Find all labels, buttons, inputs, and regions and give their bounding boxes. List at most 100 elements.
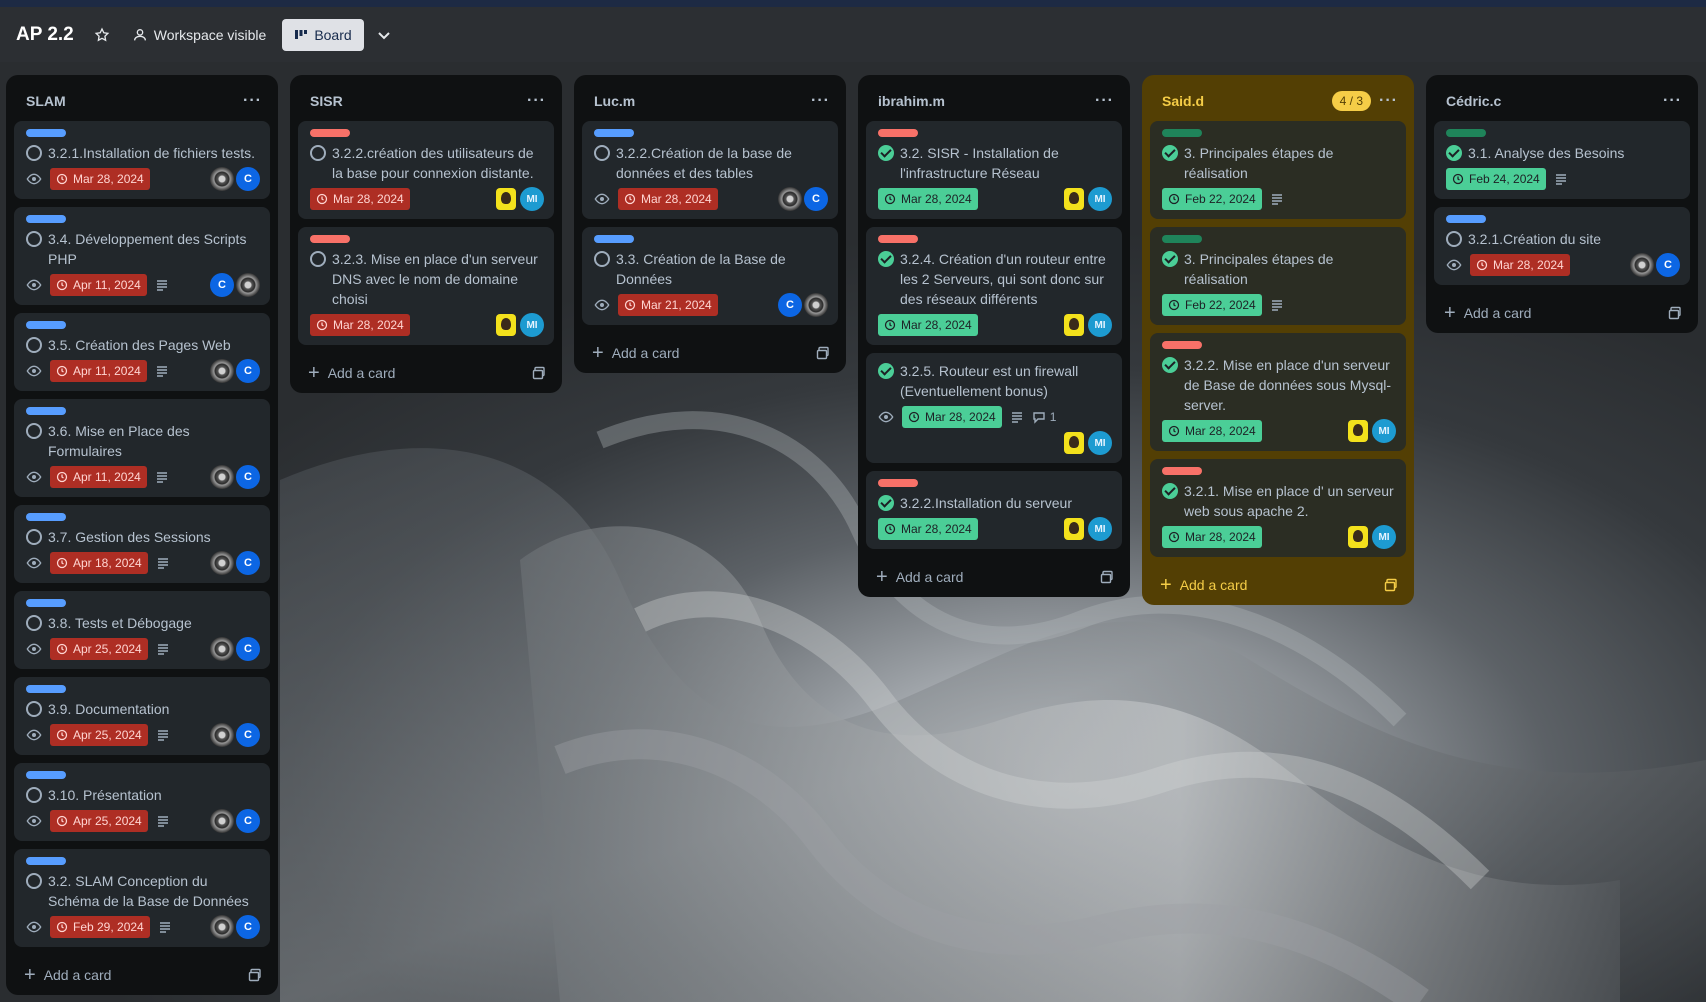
card-label[interactable] [310,129,350,137]
card-complete-checkbox[interactable] [878,363,894,379]
due-date-badge[interactable]: Mar 28, 2024 [878,314,978,336]
card-complete-checkbox[interactable] [878,495,894,511]
card-label[interactable] [26,857,66,865]
due-date-badge[interactable]: Apr 18, 2024 [50,552,148,574]
card-label[interactable] [594,235,634,243]
member-avatar[interactable] [778,187,802,211]
card-label[interactable] [26,215,66,223]
card[interactable]: 3.2.2.Création de la base de données et … [582,121,838,219]
card[interactable]: 3.2.1.Installation de fichiers tests. Ma… [14,121,270,199]
member-avatar[interactable] [804,293,828,317]
card-label[interactable] [1162,235,1202,243]
list-menu-icon[interactable]: ··· [1663,92,1682,110]
member-avatar[interactable] [210,637,234,661]
member-avatar-c[interactable]: C [236,359,260,383]
member-avatar[interactable] [210,915,234,939]
list-header[interactable]: SISR ··· [298,85,554,117]
card-complete-checkbox[interactable] [1162,251,1178,267]
card-complete-checkbox[interactable] [26,337,42,353]
due-date-badge[interactable]: Mar 28, 2024 [1470,254,1570,276]
card-complete-checkbox[interactable] [1162,145,1178,161]
card[interactable]: 3.2.2.Installation du serveur Mar 28, 20… [866,471,1122,549]
card[interactable]: 3.1. Analyse des Besoins Feb 24, 2024 [1434,121,1690,199]
due-date-badge[interactable]: Mar 28, 2024 [1162,526,1262,548]
list-title[interactable]: Said.d [1162,93,1204,109]
card[interactable]: 3.2.2.création des utilisateurs de la ba… [298,121,554,219]
card[interactable]: 3.2.5. Routeur est un firewall (Eventuel… [866,353,1122,463]
member-avatar-mi[interactable]: MI [1372,419,1396,443]
due-date-badge[interactable]: Mar 28, 2024 [50,168,150,190]
card-label[interactable] [878,235,918,243]
list-header[interactable]: Said.d 4 / 3 ··· [1150,85,1406,117]
card[interactable]: 3.7. Gestion des Sessions Apr 18, 2024 C [14,505,270,583]
member-avatar-c[interactable]: C [236,915,260,939]
due-date-badge[interactable]: Mar 28, 2024 [878,518,978,540]
due-date-badge[interactable]: Mar 21, 2024 [618,294,718,316]
due-date-badge[interactable]: Mar 28, 2024 [902,406,1002,428]
list-header[interactable]: SLAM ··· [14,85,270,117]
card[interactable]: 3.2. SISR - Installation de l'infrastruc… [866,121,1122,219]
card[interactable]: 3.8. Tests et Débogage Apr 25, 2024 C [14,591,270,669]
member-avatar-mi[interactable]: MI [1088,431,1112,455]
member-avatar[interactable] [210,167,234,191]
card[interactable]: 3.6. Mise en Place des Formulaires Apr 1… [14,399,270,497]
add-card-button[interactable]: + Add a card [1434,293,1690,333]
card-label[interactable] [26,129,66,137]
card-complete-checkbox[interactable] [26,231,42,247]
due-date-badge[interactable]: Mar 28, 2024 [310,188,410,210]
member-avatar-c[interactable]: C [236,167,260,191]
add-card-button[interactable]: + Add a card [866,557,1122,597]
card-label[interactable] [26,513,66,521]
card-complete-checkbox[interactable] [1162,357,1178,373]
card[interactable]: 3.10. Présentation Apr 25, 2024 C [14,763,270,841]
card-complete-checkbox[interactable] [310,251,326,267]
card-complete-checkbox[interactable] [26,873,42,889]
card-label[interactable] [878,479,918,487]
card-complete-checkbox[interactable] [878,251,894,267]
member-avatar[interactable] [1630,253,1654,277]
card-complete-checkbox[interactable] [594,251,610,267]
card-label[interactable] [26,685,66,693]
card-label[interactable] [1446,215,1486,223]
card[interactable]: 3. Principales étapes de réalisation Feb… [1150,121,1406,219]
list-menu-icon[interactable]: ··· [1095,92,1114,110]
list-menu-icon[interactable]: ··· [811,92,830,110]
card-complete-checkbox[interactable] [26,787,42,803]
member-avatar[interactable] [1064,314,1084,336]
list-title[interactable]: SLAM [26,93,66,109]
member-avatar-c[interactable]: C [1656,253,1680,277]
view-dropdown-button[interactable] [376,27,398,43]
list-menu-icon[interactable]: ··· [527,92,546,110]
due-date-badge[interactable]: Mar 28, 2024 [310,314,410,336]
member-avatar[interactable] [1064,518,1084,540]
member-avatar-c[interactable]: C [236,465,260,489]
card-label[interactable] [26,321,66,329]
card-complete-checkbox[interactable] [26,701,42,717]
card[interactable]: 3.2.2. Mise en place d'un serveur de Bas… [1150,333,1406,451]
add-card-button[interactable]: + Add a card [582,333,838,373]
due-date-badge[interactable]: Feb 22, 2024 [1162,188,1262,210]
member-avatar[interactable] [210,465,234,489]
member-avatar-c[interactable]: C [236,809,260,833]
card-label[interactable] [1162,341,1202,349]
add-card-button[interactable]: + Add a card [14,955,270,995]
card-complete-checkbox[interactable] [878,145,894,161]
list-title[interactable]: SISR [310,93,343,109]
list-title[interactable]: Luc.m [594,93,635,109]
member-avatar[interactable] [210,723,234,747]
card-label[interactable] [310,235,350,243]
member-avatar[interactable] [496,188,516,210]
due-date-badge[interactable]: Feb 29, 2024 [50,916,150,938]
card[interactable]: 3.9. Documentation Apr 25, 2024 C [14,677,270,755]
due-date-badge[interactable]: Apr 11, 2024 [50,274,147,296]
member-avatar[interactable] [1348,420,1368,442]
due-date-badge[interactable]: Mar 28, 2024 [1162,420,1262,442]
visibility-button[interactable]: Workspace visible [132,27,266,43]
card-label[interactable] [1162,129,1202,137]
card[interactable]: 3.2.3. Mise en place d'un serveur DNS av… [298,227,554,345]
card-label[interactable] [594,129,634,137]
member-avatar[interactable] [496,314,516,336]
card-complete-checkbox[interactable] [310,145,326,161]
add-card-button[interactable]: + Add a card [1150,565,1406,605]
template-icon[interactable] [816,346,830,360]
